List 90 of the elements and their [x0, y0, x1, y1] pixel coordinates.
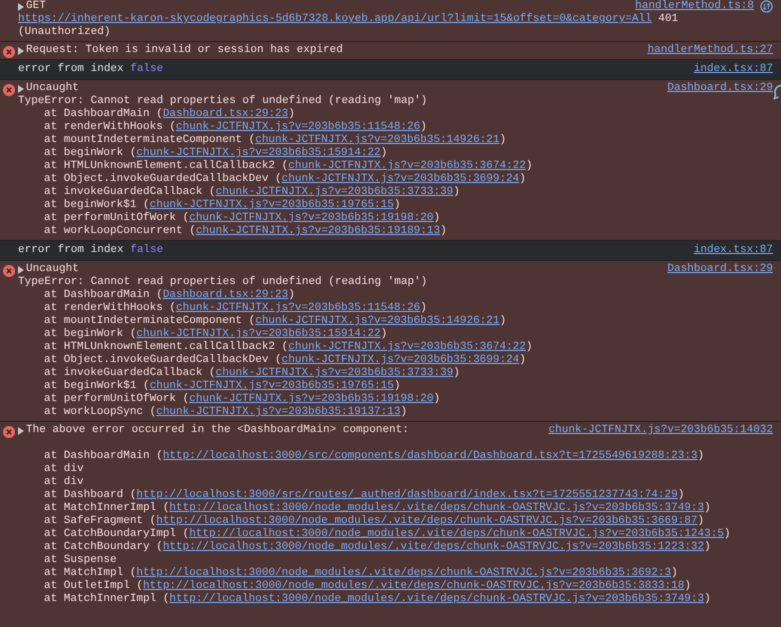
error-icon	[3, 426, 15, 438]
stack-frame: at renderWithHooks (chunk-JCTFNJTX.js?v=203b6b35:11548:26)	[18, 121, 773, 134]
stack-frame: at MatchInnerImpl (http://localhost:3000/node_modules/.vite/deps/chunk-OASTRVJC.js?v=203b6b35:3749:3)	[18, 502, 773, 515]
source-link[interactable]: chunk-JCTFNJTX.js?v=203b6b35:14926:21	[255, 134, 500, 146]
source-link[interactable]: chunk-JCTFNJTX.js?v=203b6b35:14032	[548, 424, 773, 437]
expand-triangle-icon[interactable]	[18, 2, 24, 10]
expand-triangle-icon[interactable]	[18, 84, 24, 92]
network-request-icon[interactable]	[760, 0, 773, 13]
source-link[interactable]: handlerMethod.ts:8	[635, 0, 754, 13]
stack-frame: at beginWork (chunk-JCTFNJTX.js?v=203b6b35:15914:22)	[18, 328, 773, 341]
stack-frame: at renderWithHooks (chunk-JCTFNJTX.js?v=203b6b35:11548:26)	[18, 302, 773, 315]
request-url-text: https://inherent-karon-skycodegraphics-5d6b7328.koyeb.app/api/url?limit=15&offset=0&category=All 401 (Unauthorized)	[18, 13, 680, 39]
source-link[interactable]: chunk-JCTFNJTX.js?v=203b6b35:3699:24	[282, 173, 520, 185]
source-link[interactable]: index.tsx:87	[694, 63, 773, 76]
stack-frame: at div	[18, 463, 773, 476]
source-link[interactable]: Dashboard.tsx:29:23	[162, 289, 288, 301]
source-link[interactable]: http://localhost:3000/node_modules/.vite/deps/chunk-OASTRVJC.js?v=203b6b35:3749:3	[169, 593, 704, 605]
source-link[interactable]: chunk-JCTFNJTX.js?v=203b6b35:15914:22	[136, 328, 381, 340]
source-link[interactable]: http://localhost:3000/node_modules/.vite/deps/chunk-OASTRVJC.js?v=203b6b35:1223:32	[162, 541, 704, 553]
source-link[interactable]: http://localhost:3000/node_modules/.vite/deps/chunk-OASTRVJC.js?v=203b6b35:3833:18	[143, 580, 684, 592]
source-link[interactable]: chunk-JCTFNJTX.js?v=203b6b35:19137:13	[156, 406, 400, 418]
stack-frame: at HTMLUnknownElement.callCallback2 (chunk-JCTFNJTX.js?v=203b6b35:3674:22)	[18, 341, 773, 354]
source-link[interactable]: chunk-JCTFNJTX.js?v=203b6b35:19189:13	[196, 225, 440, 237]
source-link[interactable]: http://localhost:3000/node_modules/.vite/deps/chunk-OASTRVJC.js?v=203b6b35:3749:3	[169, 502, 704, 514]
log-text: error from index false	[18, 63, 164, 76]
source-link[interactable]: chunk-JCTFNJTX.js?v=203b6b35:3733:39	[216, 367, 454, 379]
source-link[interactable]: Dashboard.tsx:29	[667, 82, 773, 95]
expand-triangle-icon[interactable]	[18, 46, 24, 54]
source-link[interactable]: chunk-JCTFNJTX.js?v=203b6b35:19765:15	[150, 199, 394, 211]
stack-frame: at CatchBoundaryImpl (http://localhost:3000/node_modules/.vite/deps/chunk-OASTRVJC.js?v=203b6b35:1243:5)	[18, 528, 773, 541]
source-link[interactable]: index.tsx:87	[694, 244, 773, 257]
message-header: Request: Token is invalid or session has expired	[26, 44, 344, 57]
source-link[interactable]: Dashboard.tsx:29:23	[162, 108, 288, 120]
stack-frame: at beginWork$1 (chunk-JCTFNJTX.js?v=203b6b35:19765:15)	[18, 380, 773, 393]
source-link[interactable]: chunk-JCTFNJTX.js?v=203b6b35:19198:20	[189, 393, 434, 405]
source-link[interactable]: http://localhost:3000/node_modules/.vite/deps/chunk-OASTRVJC.js?v=203b6b35:1243:5	[189, 528, 724, 540]
source-link[interactable]: chunk-JCTFNJTX.js?v=203b6b35:14926:21	[255, 315, 500, 327]
stack-frame: at invokeGuardedCallback (chunk-JCTFNJTX.js?v=203b6b35:3733:39)	[18, 367, 773, 380]
chat-icon[interactable]	[773, 84, 781, 100]
stack-frame: at HTMLUnknownElement.callCallback2 (chunk-JCTFNJTX.js?v=203b6b35:3674:22)	[18, 160, 773, 173]
stack-frame: at beginWork (chunk-JCTFNJTX.js?v=203b6b35:15914:22)	[18, 147, 773, 160]
source-link[interactable]: handlerMethod.ts:27	[648, 44, 773, 57]
stack-frame: at Object.invokeGuardedCallbackDev (chunk-JCTFNJTX.js?v=203b6b35:3699:24)	[18, 173, 773, 186]
stack-frame: at Suspense	[18, 554, 773, 567]
stack-frame: at OutletImpl (http://localhost:3000/node_modules/.vite/deps/chunk-OASTRVJC.js?v=203b6b35:3833:18)	[18, 580, 773, 593]
message-header: The above error occurred in the <DashboardMain> component:	[26, 424, 410, 437]
source-link[interactable]: chunk-JCTFNJTX.js?v=203b6b35:19765:15	[150, 380, 394, 392]
source-link[interactable]: chunk-JCTFNJTX.js?v=203b6b35:3699:24	[282, 354, 520, 366]
source-link[interactable]: chunk-JCTFNJTX.js?v=203b6b35:11548:26	[176, 302, 420, 314]
message-header: Uncaught	[26, 263, 80, 276]
error-icon	[3, 84, 15, 96]
message-header: GET	[26, 0, 47, 13]
stack-frame: at div	[18, 476, 773, 489]
stack-frame: at DashboardMain (http://localhost:3000/src/components/dashboard/Dashboard.tsx?t=1725549619288:23:3)	[18, 450, 773, 463]
expand-triangle-icon[interactable]	[18, 426, 24, 434]
stack-frame: at SafeFragment (http://localhost:3000/node_modules/.vite/deps/chunk-OASTRVJC.js?v=203b6b35:3669:87)	[18, 515, 773, 528]
source-link[interactable]: chunk-JCTFNJTX.js?v=203b6b35:3674:22	[288, 160, 526, 172]
message-header: Uncaught	[26, 82, 80, 95]
expand-triangle-icon[interactable]	[18, 266, 24, 274]
stack-frame: at Object.invokeGuardedCallbackDev (chunk-JCTFNJTX.js?v=203b6b35:3699:24)	[18, 354, 773, 367]
stack-frame: at Dashboard (http://localhost:3000/src/routes/_authed/dashboard/index.tsx?t=1725551237743:74:29)	[18, 489, 773, 502]
source-link[interactable]: chunk-JCTFNJTX.js?v=203b6b35:15914:22	[136, 147, 381, 159]
source-link[interactable]: http://localhost:3000/node_modules/.vite/deps/chunk-OASTRVJC.js?v=203b6b35:3669:87	[156, 515, 698, 527]
stack-frame: at mountIndeterminateComponent (chunk-JCTFNJTX.js?v=203b6b35:14926:21)	[18, 134, 773, 147]
source-link[interactable]: chunk-JCTFNJTX.js?v=203b6b35:3733:39	[216, 186, 454, 198]
stack-frame: at workLoopConcurrent (chunk-JCTFNJTX.js?v=203b6b35:19189:13)	[18, 225, 773, 238]
stack-frame: at CatchBoundary (http://localhost:3000/node_modules/.vite/deps/chunk-OASTRVJC.js?v=203b6b35:1223:32)	[18, 541, 773, 554]
stack-frame: at DashboardMain (Dashboard.tsx:29:23)	[18, 108, 773, 121]
stack-frame: at invokeGuardedCallback (chunk-JCTFNJTX.js?v=203b6b35:3733:39)	[18, 186, 773, 199]
error-icon	[3, 265, 15, 277]
stack-frame: at workLoopSync (chunk-JCTFNJTX.js?v=203b6b35:19137:13)	[18, 406, 773, 419]
log-text: error from index false	[18, 244, 164, 257]
stack-frame: at DashboardMain (Dashboard.tsx:29:23)	[18, 289, 773, 302]
source-link[interactable]: chunk-JCTFNJTX.js?v=203b6b35:19198:20	[189, 212, 434, 224]
source-link[interactable]: chunk-JCTFNJTX.js?v=203b6b35:3674:22	[288, 341, 526, 353]
source-link[interactable]: http://localhost:3000/src/routes/_authed/dashboard/index.tsx?t=1725551237743:74:29	[136, 489, 678, 501]
stack-frame: at performUnitOfWork (chunk-JCTFNJTX.js?v=203b6b35:19198:20)	[18, 212, 773, 225]
url-link[interactable]: https://inherent-karon-skycodegraphics-5d6b7328.koyeb.app/api/url?limit=15&offset=0&category=All	[18, 13, 652, 25]
source-link[interactable]: http://localhost:3000/node_modules/.vite/deps/chunk-OASTRVJC.js?v=203b6b35:3692:3	[136, 567, 672, 579]
stack-frame: at mountIndeterminateComponent (chunk-JCTFNJTX.js?v=203b6b35:14926:21)	[18, 315, 773, 328]
source-link[interactable]: chunk-JCTFNJTX.js?v=203b6b35:11548:26	[176, 121, 420, 133]
stack-frame: at MatchInnerImpl (http://localhost:3000/node_modules/.vite/deps/chunk-OASTRVJC.js?v=203b6b35:3749:3)	[18, 593, 773, 606]
error-detail: TypeError: Cannot read properties of undefined (reading 'map')	[18, 95, 428, 108]
source-link[interactable]: http://localhost:3000/src/components/dashboard/Dashboard.tsx?t=1725549619288:23:3	[162, 450, 698, 462]
error-icon	[3, 46, 15, 58]
source-link[interactable]: Dashboard.tsx:29	[667, 263, 773, 276]
error-detail: TypeError: Cannot read properties of undefined (reading 'map')	[18, 276, 428, 289]
stack-frame: at performUnitOfWork (chunk-JCTFNJTX.js?v=203b6b35:19198:20)	[18, 393, 773, 406]
stack-frame: at beginWork$1 (chunk-JCTFNJTX.js?v=203b6b35:19765:15)	[18, 199, 773, 212]
stack-frame: at MatchImpl (http://localhost:3000/node_modules/.vite/deps/chunk-OASTRVJC.js?v=203b6b35:3692:3)	[18, 567, 773, 580]
